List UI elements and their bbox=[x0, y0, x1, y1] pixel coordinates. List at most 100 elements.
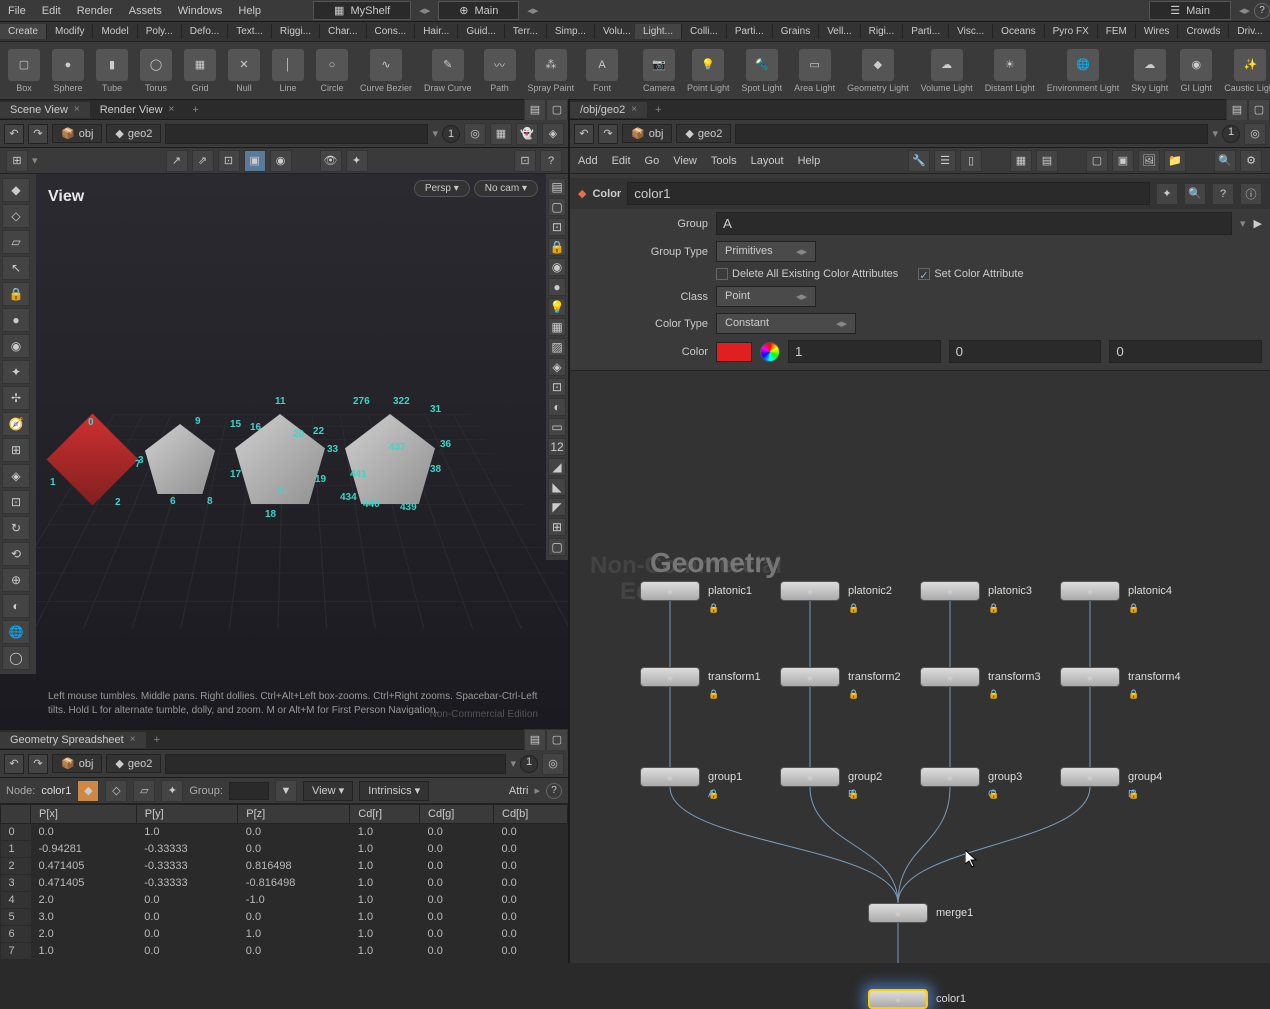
shelf-tool-caustic-light[interactable]: ✨Caustic Light bbox=[1220, 47, 1270, 95]
view-dropdown[interactable]: View ▾ bbox=[303, 781, 353, 801]
column-header[interactable]: P[y] bbox=[136, 805, 238, 824]
table-row[interactable]: 42.00.0-1.01.00.00.0 bbox=[1, 892, 568, 909]
select-groups-icon[interactable]: ⊡ bbox=[218, 150, 240, 172]
viewport-tool-icon[interactable]: ◉ bbox=[2, 334, 30, 358]
shelf-tab[interactable]: Light... bbox=[635, 24, 682, 39]
ss-pin-icon[interactable]: ◎ bbox=[542, 753, 564, 775]
node-menu-view[interactable]: View bbox=[673, 155, 697, 167]
visibility-icon[interactable]: 👁 bbox=[320, 150, 342, 172]
desktop-main-right[interactable]: ☰ Main bbox=[1149, 1, 1231, 20]
help-icon[interactable]: ? bbox=[546, 783, 562, 799]
menu-file[interactable]: File bbox=[0, 2, 34, 20]
table-row[interactable]: 00.01.00.01.00.00.0 bbox=[1, 824, 568, 841]
table-row[interactable]: 30.471405-0.33333-0.8164981.00.00.0 bbox=[1, 875, 568, 892]
shelf-tab[interactable]: Char... bbox=[320, 24, 366, 39]
node-group3[interactable]: ◆group3C🔒 bbox=[920, 767, 1022, 787]
shelf-tool-sphere[interactable]: ●Sphere bbox=[48, 47, 88, 95]
group-param-input[interactable] bbox=[716, 212, 1232, 235]
viewport-tool-icon[interactable]: ◯ bbox=[2, 646, 30, 670]
close-icon[interactable]: × bbox=[169, 104, 175, 115]
viewport-display-icon[interactable]: ▨ bbox=[548, 338, 566, 356]
menu-help[interactable]: Help bbox=[230, 2, 269, 20]
points-icon[interactable]: ◆ bbox=[77, 780, 99, 802]
palette-icon[interactable]: ▦ bbox=[1010, 150, 1032, 172]
viewport[interactable]: ⊞ ▾ ↗ ⇗ ⊡ ▣ ◉ 👁 ✦ ⊡ ? ◆◇▱↖🔒●◉✦✢🧭⊞◈⊡↻⟲⊕◐🌐… bbox=[0, 148, 568, 728]
class-select[interactable]: Point ◂▸ bbox=[716, 286, 816, 307]
shelf-tab[interactable]: Hair... bbox=[415, 24, 458, 39]
shelf-tool-point-light[interactable]: 💡Point Light bbox=[683, 47, 734, 95]
node-transform3[interactable]: ◆transform3🔒 bbox=[920, 667, 1041, 687]
node-platonic4[interactable]: ◆platonic4🔒 bbox=[1060, 581, 1172, 601]
grid-snap-icon[interactable]: ⊞ bbox=[6, 150, 28, 172]
info-icon[interactable]: ⓘ bbox=[1240, 183, 1262, 205]
pane-menu-icon[interactable]: ▤ bbox=[524, 729, 546, 751]
node-menu-tools[interactable]: Tools bbox=[711, 155, 737, 167]
tab-network-path[interactable]: /obj/geo2× bbox=[570, 102, 647, 118]
node-transform1[interactable]: ◆transform1🔒 bbox=[640, 667, 761, 687]
detail-icon[interactable]: ✦ bbox=[161, 780, 183, 802]
shelf-tool-tube[interactable]: ▮Tube bbox=[92, 47, 132, 95]
shelf-tab[interactable]: Vell... bbox=[819, 24, 860, 39]
shelf-tab[interactable]: Defo... bbox=[182, 24, 228, 39]
column-header[interactable]: Cd[b] bbox=[494, 805, 568, 824]
shelf-tool-volume-light[interactable]: ☁Volume Light bbox=[917, 47, 977, 95]
node-transform4[interactable]: ◆transform4🔒 bbox=[1060, 667, 1181, 687]
viewport-tool-icon[interactable]: ● bbox=[2, 308, 30, 332]
close-icon[interactable]: × bbox=[631, 104, 637, 115]
shelf-tool-distant-light[interactable]: ☀Distant Light bbox=[981, 47, 1039, 95]
set-color-checkbox[interactable]: ✓ Set Color Attribute bbox=[918, 268, 1023, 280]
shelf-tool-geometry-light[interactable]: ◆Geometry Light bbox=[843, 47, 913, 95]
ss-path-obj[interactable]: 📦 obj bbox=[52, 754, 102, 773]
shelf-tab[interactable]: Riggi... bbox=[272, 24, 320, 39]
shelf-tab[interactable]: Visc... bbox=[949, 24, 993, 39]
shelf-tab[interactable]: Terr... bbox=[505, 24, 547, 39]
viewport-display-icon[interactable]: ▢ bbox=[548, 198, 566, 216]
ne-path-geo2[interactable]: ◆ geo2 bbox=[676, 124, 731, 143]
nav-back-icon[interactable]: ↶ bbox=[4, 124, 24, 144]
shelf-tab[interactable]: Guid... bbox=[458, 24, 504, 39]
menu-edit[interactable]: Edit bbox=[34, 2, 69, 20]
shelf-tool-sky-light[interactable]: ☁Sky Light bbox=[1127, 47, 1172, 95]
settings-icon[interactable]: ⚙ bbox=[1240, 150, 1262, 172]
pane-menu-icon[interactable]: ▤ bbox=[524, 99, 546, 121]
shelf-tab[interactable]: Colli... bbox=[682, 24, 727, 39]
viewport-display-icon[interactable]: ◐ bbox=[548, 398, 566, 416]
viewport-tool-icon[interactable]: 🧭 bbox=[2, 412, 30, 436]
tab-scene-view[interactable]: Scene View× bbox=[0, 102, 90, 118]
desktop-myshelf[interactable]: ▦ MyShelf bbox=[313, 1, 411, 20]
shelf-tool-grid[interactable]: ▦Grid bbox=[180, 47, 220, 95]
shelf-tab[interactable]: Oceans bbox=[993, 24, 1044, 39]
shelf-tab[interactable]: Parti... bbox=[727, 24, 773, 39]
node-platonic2[interactable]: ◆platonic2🔒 bbox=[780, 581, 892, 601]
delete-attrs-checkbox[interactable]: Delete All Existing Color Attributes bbox=[716, 268, 898, 280]
shelf-tool-line[interactable]: │Line bbox=[268, 47, 308, 95]
shelf-tool-spray-paint[interactable]: ⁂Spray Paint bbox=[524, 47, 579, 95]
add-tab-button[interactable]: + bbox=[184, 102, 206, 118]
viewport-display-icon[interactable]: ◤ bbox=[548, 498, 566, 516]
nav-fwd-icon[interactable]: ↷ bbox=[28, 754, 48, 774]
network-editor[interactable]: Non-CommercialEdition Geometry ◆platonic… bbox=[570, 371, 1270, 963]
viewport-tool-icon[interactable]: ✦ bbox=[2, 360, 30, 384]
shelf-tool-box[interactable]: ▢Box bbox=[4, 47, 44, 95]
camera-dropdown[interactable]: No cam ▾ bbox=[474, 180, 538, 197]
node-name-input[interactable] bbox=[627, 182, 1150, 205]
viewport-tool-icon[interactable]: ◈ bbox=[2, 464, 30, 488]
viewport-tool-icon[interactable]: ◇ bbox=[2, 204, 30, 228]
shelf-tab[interactable]: Text... bbox=[228, 24, 272, 39]
ss-pin-count[interactable]: 1 bbox=[520, 755, 538, 773]
page-icon[interactable]: ▯ bbox=[960, 150, 982, 172]
close-icon[interactable]: × bbox=[130, 734, 136, 745]
select-mode-icon[interactable]: ▣ bbox=[244, 150, 266, 172]
viewport-display-icon[interactable]: ● bbox=[548, 278, 566, 296]
nav-back-icon[interactable]: ↶ bbox=[4, 754, 24, 774]
color-swatch[interactable] bbox=[716, 342, 752, 362]
shelf-tab[interactable]: FEM bbox=[1098, 24, 1136, 39]
shelf-tab[interactable]: Driv... bbox=[1229, 24, 1270, 39]
column-header[interactable]: Cd[r] bbox=[350, 805, 420, 824]
group-filter-input[interactable] bbox=[229, 782, 269, 800]
column-header[interactable]: Cd[g] bbox=[420, 805, 494, 824]
node-platonic1[interactable]: ◆platonic1🔒 bbox=[640, 581, 752, 601]
folder-icon[interactable]: 📁 bbox=[1164, 150, 1186, 172]
template-icon[interactable]: ◈ bbox=[542, 123, 564, 145]
viewport-display-icon[interactable]: ▤ bbox=[548, 178, 566, 196]
